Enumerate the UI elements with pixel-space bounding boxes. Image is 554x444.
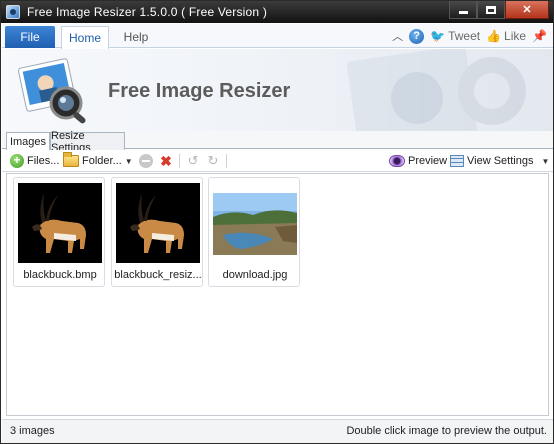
status-bar: 3 images Double click image to preview t… (2, 419, 553, 443)
eye-icon (389, 155, 405, 167)
toolbar-divider (179, 154, 180, 168)
delete-icon: ✖ (160, 153, 172, 169)
toolbar-divider (226, 154, 227, 168)
close-button[interactable]: ✕ (505, 1, 549, 19)
rotate-right-button[interactable]: ↻ (206, 153, 220, 169)
title-bar[interactable]: Free Image Resizer 1.5.0.0 ( Free Versio… (1, 1, 553, 23)
landscape-thumbnail (213, 183, 297, 263)
app-window: Free Image Resizer 1.5.0.0 ( Free Versio… (0, 0, 554, 444)
view-grid-icon (450, 155, 464, 167)
clear-button[interactable]: ✖ (159, 153, 173, 169)
minimize-icon (458, 11, 468, 14)
help-icon[interactable]: ? (409, 28, 425, 44)
app-icon[interactable] (6, 5, 20, 19)
ribbon-tab-bar: File Home Help ︿ ? 🐦 Tweet 👍 Like 📌 (2, 24, 553, 49)
like-button[interactable]: 👍 Like (486, 29, 526, 43)
maximize-button[interactable] (477, 1, 505, 19)
image-list[interactable]: blackbuck.bmp blackbuck_resiz... downloa… (6, 173, 549, 416)
chevron-down-icon[interactable]: ▼ (125, 157, 133, 166)
image-item[interactable]: blackbuck_resiz... (111, 177, 203, 287)
tweet-label: Tweet (448, 29, 481, 43)
app-logo-icon (18, 58, 86, 124)
ribbon-actions: ︿ ? 🐦 Tweet 👍 Like 📌 (392, 27, 547, 45)
chevron-down-icon[interactable]: ▼ (541, 157, 549, 166)
antelope-thumbnail (116, 183, 200, 263)
minimize-button[interactable] (449, 1, 477, 19)
pin-icon[interactable]: 📌 (532, 29, 547, 43)
folder-icon (63, 152, 79, 167)
add-folder-label: Folder... (82, 155, 122, 167)
tab-help[interactable]: Help (116, 26, 156, 48)
image-filename: blackbuck.bmp (23, 269, 97, 281)
image-count: 3 images (10, 425, 55, 437)
view-settings-button[interactable]: View Settings ▼ (450, 153, 549, 169)
image-toolbar: + Files... Folder... ▼ ✖ ↺ ↻ Preview Vie… (2, 150, 553, 172)
tab-images[interactable]: Images (6, 132, 50, 151)
image-filename: blackbuck_resiz... (114, 269, 202, 281)
add-files-button[interactable]: + Files... (10, 153, 59, 169)
banner-title: Free Image Resizer (108, 80, 291, 102)
image-item[interactable]: download.jpg (208, 177, 300, 287)
thumbs-up-icon: 👍 (486, 29, 502, 43)
tab-resize-settings[interactable]: Resize Settings (50, 130, 125, 154)
preview-button[interactable]: Preview (389, 153, 447, 169)
add-folder-button[interactable]: Folder... ▼ (63, 152, 133, 169)
tweet-button[interactable]: 🐦 Tweet (430, 29, 480, 43)
image-item[interactable]: blackbuck.bmp (13, 177, 105, 287)
rotate-left-icon: ↺ (187, 153, 199, 168)
remove-button[interactable] (139, 153, 153, 169)
like-label: Like (504, 29, 527, 43)
antelope-thumbnail (18, 183, 102, 263)
view-settings-label: View Settings (467, 155, 534, 167)
image-filename: download.jpg (222, 269, 288, 281)
close-icon: ✕ (522, 4, 532, 16)
window-controls: ✕ (449, 1, 549, 19)
rotate-left-button[interactable]: ↺ (186, 153, 200, 169)
maximize-icon (486, 5, 496, 14)
rotate-right-icon: ↻ (207, 153, 219, 168)
add-files-label: Files... (27, 155, 60, 167)
add-icon: + (10, 154, 24, 168)
banner-decoration-image (346, 49, 526, 131)
preview-label: Preview (408, 155, 448, 167)
app-banner: Free Image Resizer (2, 49, 553, 131)
bird-icon: 🐦 (430, 29, 446, 43)
tab-file[interactable]: File (5, 26, 55, 48)
minimize-ribbon-icon[interactable]: ︿ (392, 28, 403, 44)
window-title: Free Image Resizer 1.5.0.0 ( Free Versio… (27, 5, 268, 19)
content-tab-bar: Images Resize Settings (2, 130, 553, 154)
remove-icon (139, 154, 153, 168)
status-hint: Double click image to preview the output… (346, 425, 547, 437)
tab-home[interactable]: Home (61, 26, 109, 49)
